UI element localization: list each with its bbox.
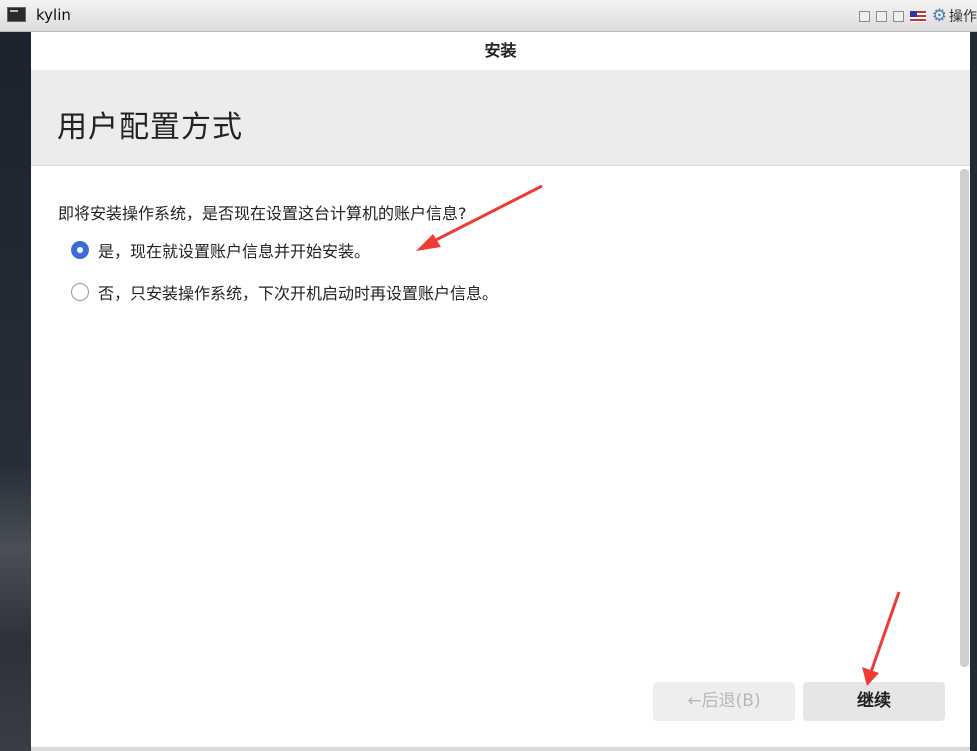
option-setup-now[interactable]: 是，现在就设置账户信息并开始安装。 [71,238,370,262]
restore-icon[interactable] [858,10,870,22]
vm-title: kylin [36,6,71,24]
page-header: 用户配置方式 [31,70,970,166]
continue-button[interactable]: 继续 [803,682,945,721]
scrollbar[interactable] [960,169,969,667]
radio-checked-icon[interactable] [71,241,89,259]
vm-title-bar: kylin ⚙ 操作 [0,0,977,32]
installer-window: 安装 用户配置方式 即将安装操作系统，是否现在设置这台计算机的账户信息? 是，现… [31,32,970,751]
back-button[interactable]: ←后退(B) [653,682,795,721]
terminal-icon [7,7,26,22]
window-title: 安装 [484,41,517,60]
desktop-background [0,32,31,751]
us-flag-icon[interactable] [909,10,926,22]
question-text: 即将安装操作系统，是否现在设置这台计算机的账户信息? [58,204,467,223]
radio-unchecked-icon[interactable] [71,283,89,301]
option-setup-later[interactable]: 否，只安装操作系统，下次开机启动时再设置账户信息。 [71,280,498,304]
window-bottom-border [31,747,970,751]
operations-menu[interactable]: 操作 [949,6,977,26]
desktop-background-right [970,32,977,751]
page-title: 用户配置方式 [57,110,243,145]
maximize-icon[interactable] [892,10,904,22]
vm-toolbar: ⚙ 操作 [858,6,977,26]
gear-icon[interactable]: ⚙ [932,7,947,25]
option-setup-now-label: 是，现在就设置账户信息并开始安装。 [98,242,371,261]
minimize-icon[interactable] [875,10,887,22]
option-setup-later-label: 否，只安装操作系统，下次开机启动时再设置账户信息。 [98,284,499,303]
